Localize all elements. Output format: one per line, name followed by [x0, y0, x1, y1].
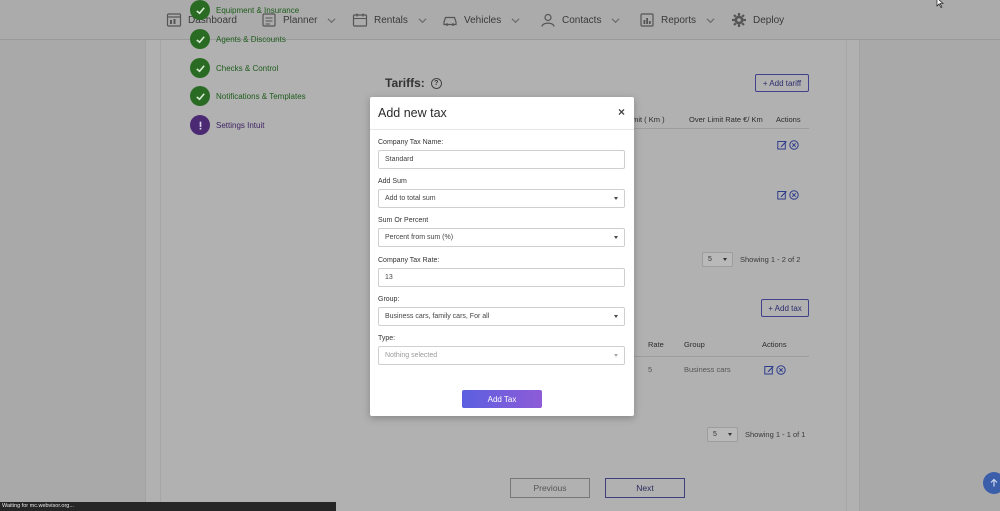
taxes-page-size-select[interactable]: 5 — [707, 427, 738, 442]
taxes-header-divider — [620, 356, 809, 357]
delete-icon[interactable] — [789, 190, 799, 200]
tariffs-header-divider — [620, 128, 809, 129]
step-label: Equipment & Insurance — [216, 5, 300, 15]
step-equipment-insurance[interactable]: Equipment & Insurance — [190, 0, 299, 20]
tariffs-heading: Tariffs: ? — [385, 76, 442, 90]
tax-rate-input[interactable] — [378, 268, 625, 287]
sum-or-percent-label: Sum Or Percent — [378, 217, 429, 224]
nav-rentals-label: Rentals — [374, 14, 408, 26]
tax-rate-label: Company Tax Rate: — [378, 257, 440, 264]
group-value: Business cars, family cars, For all — [385, 313, 490, 320]
tax-name-input[interactable] — [378, 150, 625, 169]
dashboard-icon — [166, 13, 182, 27]
nav-reports[interactable]: Reports — [639, 10, 715, 30]
edit-icon[interactable] — [777, 140, 787, 150]
type-label: Type: — [378, 335, 396, 342]
tariffs-page-size-value: 5 — [708, 256, 712, 263]
top-navigation: Dashboard Planner Rentals Vehicles Conta… — [0, 0, 1000, 40]
checkmark-icon — [190, 86, 210, 106]
edit-icon[interactable] — [764, 365, 774, 375]
contacts-icon — [541, 13, 555, 27]
nav-vehicles[interactable]: Vehicles — [442, 10, 520, 30]
tariffs-showing-count: Showing 1 - 2 of 2 — [740, 255, 801, 264]
nav-deploy[interactable]: Deploy — [731, 10, 784, 30]
edit-icon[interactable] — [777, 190, 787, 200]
caret-down-icon — [723, 258, 727, 261]
step-agents-discounts[interactable]: Agents & Discounts — [190, 29, 286, 49]
caret-down-icon — [728, 433, 732, 436]
add-sum-label: Add Sum — [378, 178, 407, 185]
step-label: Notifications & Templates — [216, 91, 306, 101]
type-placeholder: Nothing selected — [385, 352, 438, 359]
sum-or-percent-value: Percent from sum (%) — [385, 234, 454, 241]
exclamation-icon — [190, 115, 210, 135]
vehicles-icon — [443, 16, 457, 26]
caret-down-icon — [614, 236, 618, 239]
add-tariff-button[interactable]: + Add tariff — [755, 74, 809, 92]
nav-deploy-label: Deploy — [753, 14, 785, 26]
add-tax-submit-button[interactable]: Add Tax — [462, 390, 542, 408]
step-label: Settings Intuit — [216, 120, 265, 130]
tariffs-title: Tariffs: — [385, 76, 425, 90]
tariff-row-1-actions — [777, 140, 799, 150]
sum-or-percent-select[interactable]: Percent from sum (%) — [378, 228, 625, 247]
step-notifications-templates[interactable]: Notifications & Templates — [190, 86, 306, 106]
group-label: Group: — [378, 296, 400, 303]
nav-contacts[interactable]: Contacts — [540, 10, 620, 30]
taxes-col-rate: Rate — [648, 340, 664, 349]
nav-reports-label: Reports — [661, 14, 697, 26]
taxes-page-size-value: 5 — [713, 431, 717, 438]
taxes-col-group: Group — [684, 340, 705, 349]
checkmark-icon — [190, 29, 210, 49]
chevron-down-icon — [418, 17, 427, 23]
chevron-down-icon — [327, 17, 336, 23]
rentals-icon — [352, 13, 368, 27]
group-select[interactable]: Business cars, family cars, For all — [378, 307, 625, 326]
previous-button[interactable]: Previous — [510, 478, 590, 498]
taxes-showing-count: Showing 1 - 1 of 1 — [745, 430, 806, 439]
step-label: Checks & Control — [216, 63, 279, 73]
next-button[interactable]: Next — [605, 478, 685, 498]
taxes-col-actions: Actions — [762, 340, 787, 349]
tariffs-col-over-limit-rate: Over Limit Rate €/ Km — [689, 115, 763, 124]
chevron-down-icon — [611, 17, 620, 23]
delete-icon[interactable] — [789, 140, 799, 150]
tariff-row-2-actions — [777, 190, 799, 200]
browser-status-bar: Waiting for mc.webvisor.org... — [0, 502, 336, 511]
delete-icon[interactable] — [776, 365, 786, 375]
chevron-down-icon — [706, 17, 715, 23]
nav-contacts-label: Contacts — [562, 14, 602, 26]
add-sum-value: Add to total sum — [385, 195, 436, 202]
arrow-up-icon — [990, 478, 998, 487]
gear-icon — [732, 13, 746, 27]
close-icon[interactable]: × — [618, 105, 625, 119]
caret-down-icon — [614, 315, 618, 318]
add-sum-select[interactable]: Add to total sum — [378, 189, 625, 208]
scroll-to-top-button[interactable] — [983, 472, 1000, 494]
step-checks-control[interactable]: Checks & Control — [190, 58, 278, 78]
tax-row-group: Business cars — [684, 365, 731, 374]
checkmark-icon — [190, 0, 210, 20]
step-label: Agents & Discounts — [216, 34, 286, 44]
tax-row-actions — [764, 365, 786, 375]
chevron-down-icon — [511, 17, 520, 23]
nav-vehicles-label: Vehicles — [464, 14, 502, 26]
add-tax-open-button[interactable]: + Add tax — [761, 299, 809, 317]
caret-down-icon — [614, 354, 618, 357]
add-tax-modal: Add new tax × Company Tax Name: Add Sum … — [370, 97, 634, 416]
tax-name-label: Company Tax Name: — [378, 139, 444, 146]
caret-down-icon — [614, 197, 618, 200]
mouse-cursor-icon — [936, 0, 944, 8]
reports-icon — [640, 13, 654, 27]
tax-row-rate: 5 — [648, 365, 653, 374]
type-select[interactable]: Nothing selected — [378, 346, 625, 365]
checkmark-icon — [190, 58, 210, 78]
tariffs-page-size-select[interactable]: 5 — [702, 252, 733, 267]
tariffs-col-actions: Actions — [776, 115, 801, 124]
step-settings-intuit[interactable]: Settings Intuit — [190, 115, 264, 135]
nav-rentals[interactable]: Rentals — [352, 10, 427, 30]
modal-divider — [370, 129, 634, 130]
help-icon[interactable]: ? — [430, 77, 442, 89]
modal-title: Add new tax — [378, 106, 447, 120]
